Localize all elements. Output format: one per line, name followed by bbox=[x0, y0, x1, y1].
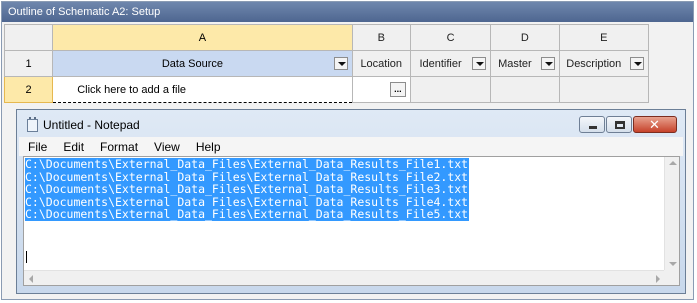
location-header: Location bbox=[351, 50, 411, 77]
resize-grip-icon[interactable] bbox=[664, 270, 679, 285]
description-header: Description bbox=[558, 50, 650, 77]
filter-dropdown-icon[interactable] bbox=[472, 57, 487, 70]
column-letter-row: A B C D E bbox=[3, 24, 650, 51]
identifier-cell bbox=[409, 76, 492, 103]
table-row: 1 Data Source Location Identifier Master… bbox=[3, 50, 650, 77]
notepad-window: Untitled - Notepad ✕ File Edit Format Vi… bbox=[16, 109, 686, 294]
filter-dropdown-icon[interactable] bbox=[540, 57, 555, 70]
master-header: Master bbox=[490, 50, 560, 77]
browse-button[interactable]: ... bbox=[389, 82, 406, 97]
text-content[interactable]: C:\Documents\External_Data_Files\Externa… bbox=[25, 158, 665, 270]
menu-edit[interactable]: Edit bbox=[54, 140, 91, 154]
column-header-c[interactable]: C bbox=[409, 24, 492, 51]
description-cell bbox=[558, 76, 650, 103]
scroll-right-icon[interactable] bbox=[656, 275, 660, 283]
text-line[interactable]: C:\Documents\External_Data_Files\Externa… bbox=[25, 183, 470, 196]
minimize-button[interactable] bbox=[579, 116, 605, 133]
close-icon: ✕ bbox=[649, 117, 660, 132]
menu-bar: File Edit Format View Help bbox=[19, 137, 683, 156]
column-header-e[interactable]: E bbox=[558, 24, 650, 51]
location-label: Location bbox=[360, 57, 403, 70]
notepad-title: Untitled - Notepad bbox=[43, 118, 140, 132]
scroll-down-icon[interactable] bbox=[669, 262, 677, 266]
text-line[interactable]: C:\Documents\External_Data_Files\Externa… bbox=[25, 208, 470, 221]
row-number: 2 bbox=[3, 76, 54, 103]
menu-file[interactable]: File bbox=[19, 140, 54, 154]
vertical-scrollbar[interactable] bbox=[664, 157, 679, 270]
data-source-header: Data Source bbox=[52, 50, 353, 77]
menu-format[interactable]: Format bbox=[91, 140, 145, 154]
scroll-up-icon[interactable] bbox=[669, 161, 677, 165]
data-source-label: Data Source bbox=[161, 57, 223, 70]
text-line[interactable]: C:\Documents\External_Data_Files\Externa… bbox=[25, 158, 470, 171]
window-controls: ✕ bbox=[578, 116, 677, 133]
row-number: 1 bbox=[3, 50, 54, 77]
close-button[interactable]: ✕ bbox=[633, 116, 677, 133]
scroll-left-icon[interactable] bbox=[29, 275, 33, 283]
master-cell bbox=[490, 76, 560, 103]
horizontal-scrollbar[interactable] bbox=[24, 270, 665, 285]
column-header-a[interactable]: A bbox=[52, 24, 353, 51]
text-caret bbox=[26, 251, 27, 263]
menu-help[interactable]: Help bbox=[187, 140, 228, 154]
maximize-icon bbox=[615, 121, 625, 129]
column-header-d[interactable]: D bbox=[490, 24, 560, 51]
column-header-b[interactable]: B bbox=[351, 24, 411, 51]
filter-dropdown-icon[interactable] bbox=[333, 57, 348, 70]
maximize-button[interactable] bbox=[606, 116, 632, 133]
text-editor[interactable]: C:\Documents\External_Data_Files\Externa… bbox=[23, 156, 680, 286]
filter-dropdown-icon[interactable] bbox=[630, 57, 644, 70]
table-row: 2 Click here to add a file ... bbox=[3, 76, 650, 103]
minimize-icon bbox=[589, 126, 597, 129]
location-cell[interactable]: ... bbox=[351, 76, 411, 103]
data-source-table: A B C D E 1 Data Source Location Identif… bbox=[3, 24, 650, 103]
corner-cell bbox=[3, 24, 54, 51]
setup-panel: Outline of Schematic A2: Setup A B C D E… bbox=[1, 1, 694, 300]
add-file-placeholder: Click here to add a file bbox=[77, 83, 187, 96]
notepad-icon bbox=[27, 117, 38, 132]
panel-title: Outline of Schematic A2: Setup bbox=[2, 2, 693, 22]
identifier-header: Identifier bbox=[409, 50, 492, 77]
menu-view[interactable]: View bbox=[145, 140, 187, 154]
add-file-cell[interactable]: Click here to add a file bbox=[52, 76, 353, 103]
